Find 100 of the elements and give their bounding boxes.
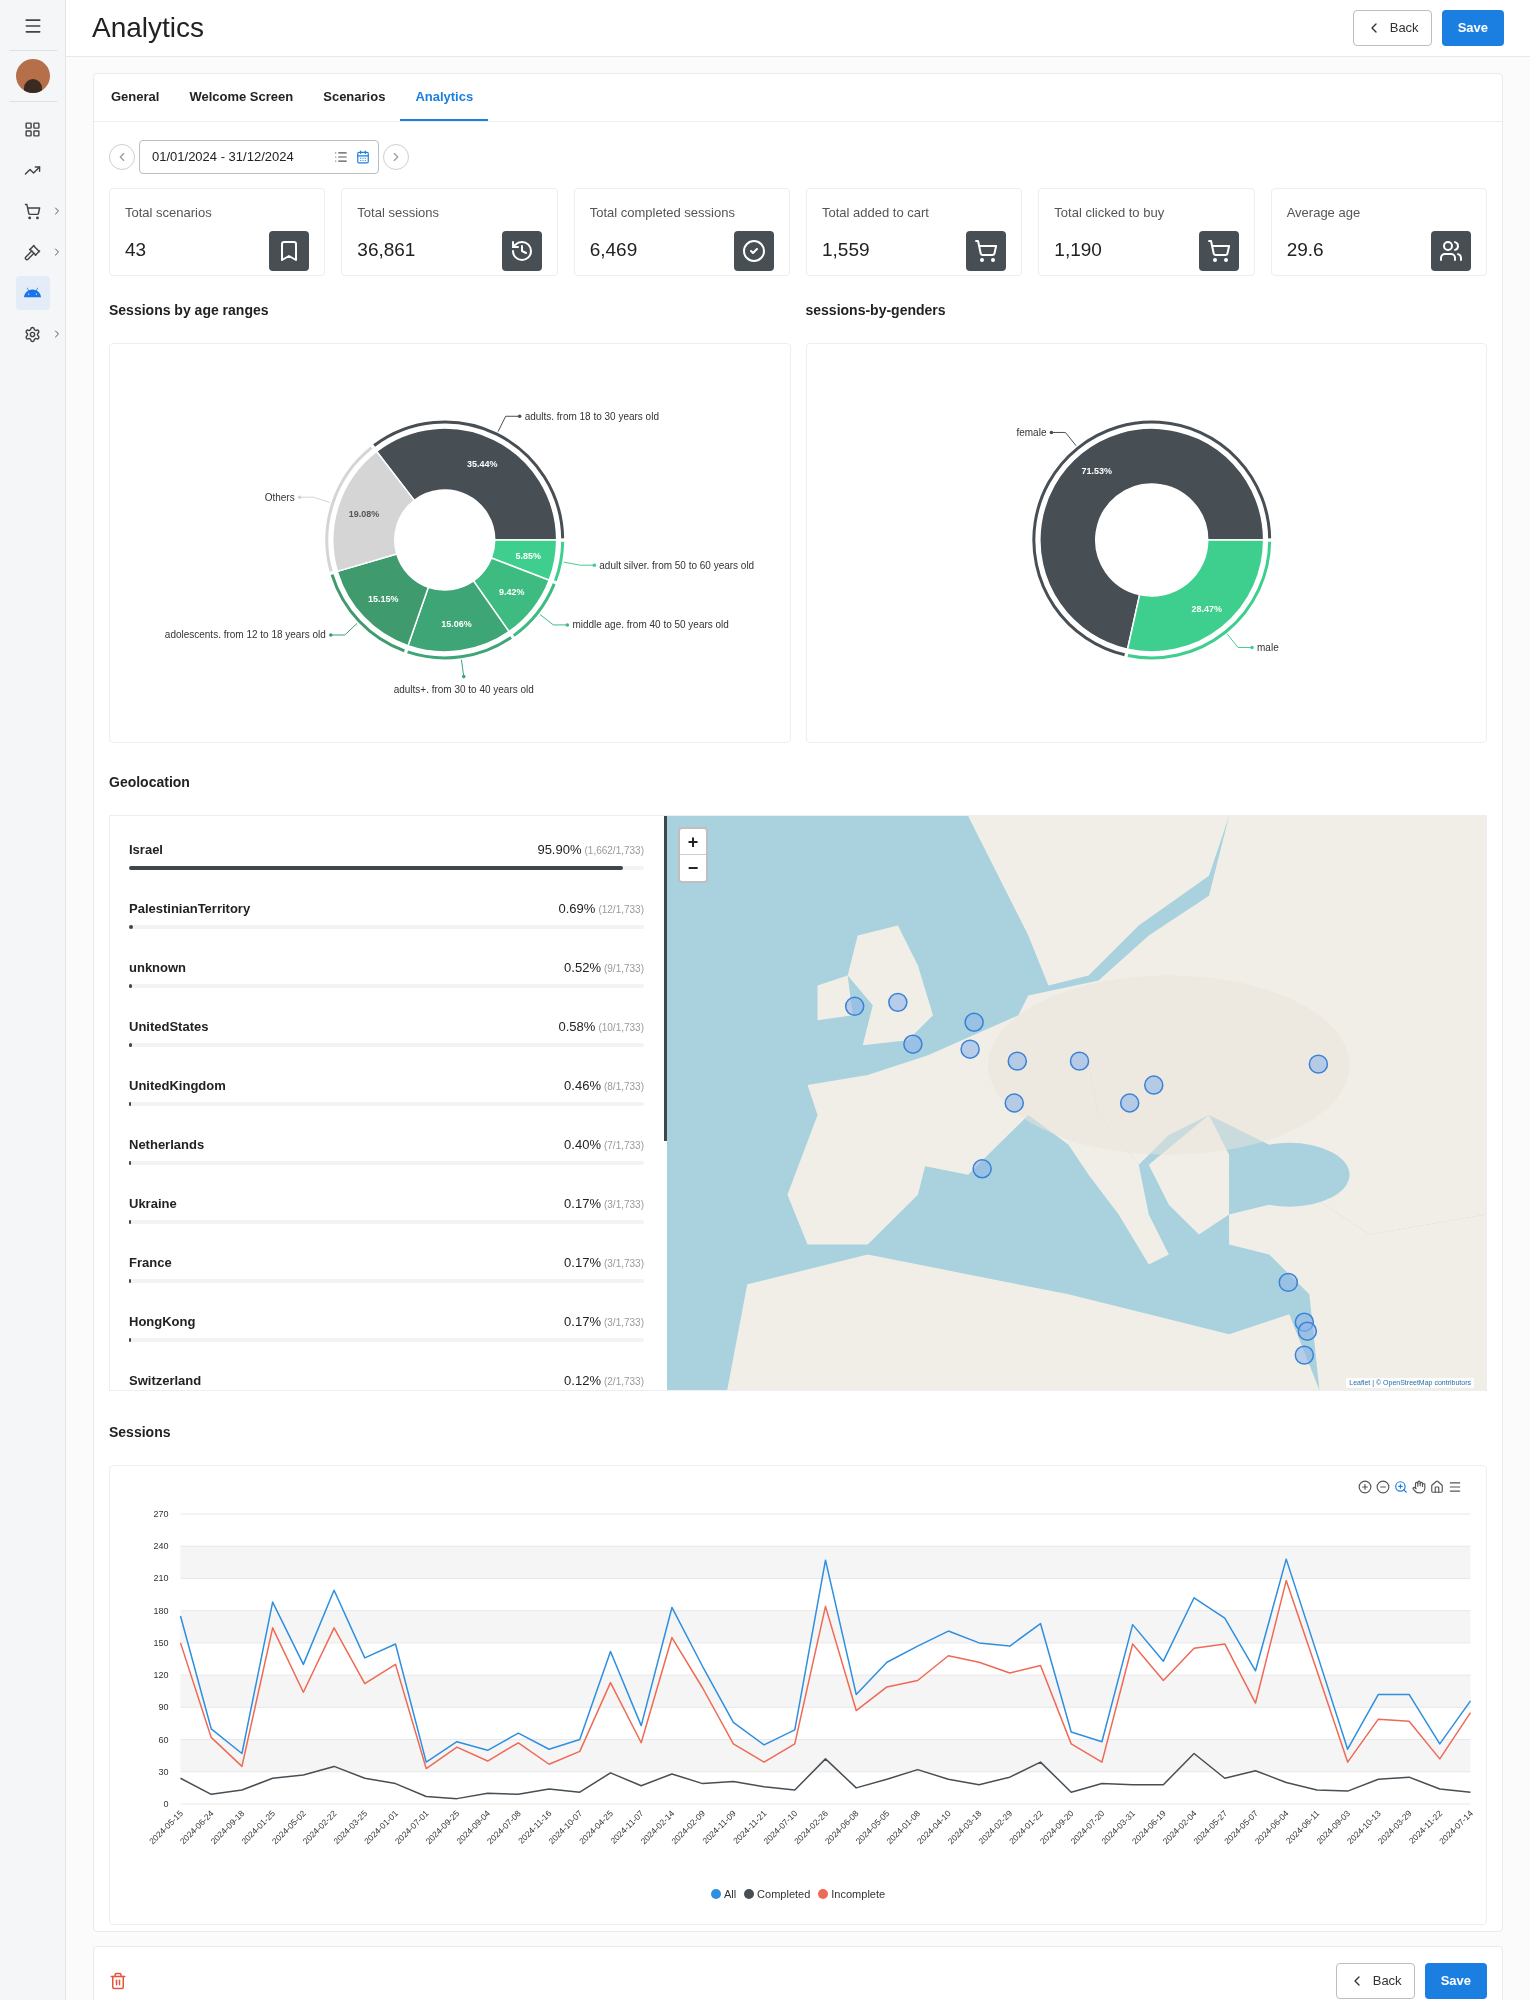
axis-tick-label: 270	[153, 1509, 169, 1519]
stat-value: 1,559	[822, 238, 870, 263]
tab[interactable]: General	[96, 74, 175, 121]
value-label: 19.08%	[348, 508, 380, 519]
zoom-in-button[interactable]: +	[680, 829, 706, 855]
value-label: 9.42%	[498, 587, 525, 598]
category-label: adult silver. from 50 to 60 years old	[599, 559, 755, 571]
category-label: female	[1015, 426, 1046, 438]
category-label: adults+. from 30 to 40 years old	[393, 683, 534, 695]
share-percent: 0.69%	[558, 900, 596, 918]
share-count: (10/1,733)	[598, 1021, 644, 1035]
check-circle-icon	[742, 238, 766, 263]
sidebar-item[interactable]	[15, 276, 50, 310]
stat-label: Total completed sessions	[589, 204, 736, 222]
chart-tool[interactable]	[1376, 1480, 1390, 1494]
dashboard-icon	[24, 120, 41, 138]
stat-label: Total sessions	[357, 204, 440, 222]
legend-label: Completed	[757, 1887, 811, 1902]
leader-line	[1049, 430, 1077, 447]
leader-line	[563, 561, 597, 567]
value-label: 71.53%	[1080, 466, 1112, 477]
country-name: UnitedStates	[129, 1018, 209, 1036]
delete-icon[interactable]	[109, 1972, 127, 1990]
category-label: male	[1256, 642, 1279, 654]
calendar-icon[interactable]	[356, 150, 370, 164]
leader-line	[539, 613, 570, 627]
country-name: PalestinianTerritory	[129, 900, 251, 918]
section-title: Sessions by age ranges	[109, 301, 270, 320]
chart-tool[interactable]	[1412, 1480, 1426, 1494]
axis-tick-label: 120	[153, 1670, 169, 1681]
share-percent: 0.12%	[564, 1372, 601, 1390]
leader-line	[460, 659, 466, 679]
country-name: unknown	[129, 959, 187, 977]
axis-tick-label: 240	[153, 1541, 169, 1552]
hand-icon	[1412, 1480, 1426, 1494]
avatar[interactable]	[15, 59, 50, 93]
value-label: 35.44%	[467, 458, 498, 469]
back-button[interactable]: Back	[1352, 10, 1432, 46]
save-button[interactable]: Save	[1441, 10, 1504, 46]
cart-icon	[1206, 238, 1231, 263]
date-range-field[interactable]: 01/01/2024 - 31/12/2024	[139, 140, 379, 174]
share-percent: 0.17%	[564, 1254, 601, 1272]
axis-tick-label: 150	[153, 1637, 169, 1648]
stat-label: Total clicked to buy	[1054, 204, 1166, 222]
axis-tick-label: 180	[153, 1605, 169, 1616]
back-button[interactable]: Back	[1335, 1963, 1415, 1999]
leader-line	[1226, 633, 1254, 650]
value-label: 28.47%	[1191, 603, 1222, 614]
country-name: Netherlands	[129, 1136, 205, 1154]
stat-value: 29.6	[1286, 238, 1324, 263]
stat-value: 36,861	[357, 238, 416, 263]
tab[interactable]: Scenarios	[308, 74, 401, 121]
share-count: (3/1,733)	[603, 1316, 644, 1330]
stat-value: 6,469	[589, 238, 638, 263]
category-label: middle age. from 40 to 50 years old	[572, 619, 729, 631]
share-count: (3/1,733)	[603, 1257, 644, 1271]
page-title: Analytics	[92, 11, 205, 45]
country-name: UnitedKingdom	[129, 1077, 226, 1095]
zoom-in-icon	[1358, 1480, 1372, 1494]
share-percent: 95.90%	[537, 841, 582, 859]
save-button[interactable]: Save	[1424, 1963, 1487, 1999]
tab[interactable]: Analytics	[400, 74, 489, 121]
zoom-out-button[interactable]: −	[680, 855, 706, 881]
scrollbar[interactable]	[664, 816, 667, 1141]
gavel-icon	[24, 243, 41, 261]
section-title: Sessions	[109, 1423, 172, 1442]
category-label: adults. from 18 to 30 years old	[524, 410, 659, 422]
leader-line	[297, 495, 331, 503]
menu-icon	[1448, 1480, 1462, 1494]
country-name: Switzerland	[129, 1372, 202, 1390]
category-label: Others	[264, 491, 295, 503]
list-icon[interactable]	[334, 150, 348, 164]
stat-value: 1,190	[1054, 238, 1102, 263]
share-percent: 0.40%	[564, 1136, 601, 1154]
stat-label: Average age	[1286, 204, 1362, 222]
magnifier-icon	[1394, 1480, 1408, 1494]
cart-icon	[24, 202, 41, 220]
category-label: adolescents. from 12 to 18 years old	[164, 629, 326, 641]
stat-label: Total scenarios	[125, 204, 213, 222]
history-icon	[509, 238, 534, 263]
stat-label: Total added to cart	[822, 204, 930, 222]
legend-label: Incomplete	[831, 1887, 886, 1902]
stat-value: 43	[125, 238, 147, 263]
share-percent: 0.46%	[564, 1077, 601, 1095]
country-name: Ukraine	[129, 1195, 177, 1213]
axis-tick-label: 60	[158, 1734, 169, 1745]
users-icon	[1439, 238, 1463, 263]
leader-line	[497, 414, 522, 432]
share-count: (3/1,733)	[603, 1198, 644, 1212]
share-percent: 0.52%	[564, 959, 601, 977]
zoom-out-icon	[1376, 1480, 1390, 1494]
chart-tool[interactable]	[1358, 1480, 1372, 1494]
tab[interactable]: Welcome Screen	[174, 74, 309, 121]
country-name: France	[129, 1254, 172, 1272]
chart-tool[interactable]	[1430, 1480, 1444, 1494]
share-count: (12/1,733)	[598, 903, 644, 917]
chart-tool[interactable]	[1394, 1480, 1408, 1494]
chart-tool[interactable]	[1448, 1480, 1462, 1494]
home-icon	[1430, 1480, 1444, 1494]
value-label: 15.15%	[367, 593, 399, 604]
